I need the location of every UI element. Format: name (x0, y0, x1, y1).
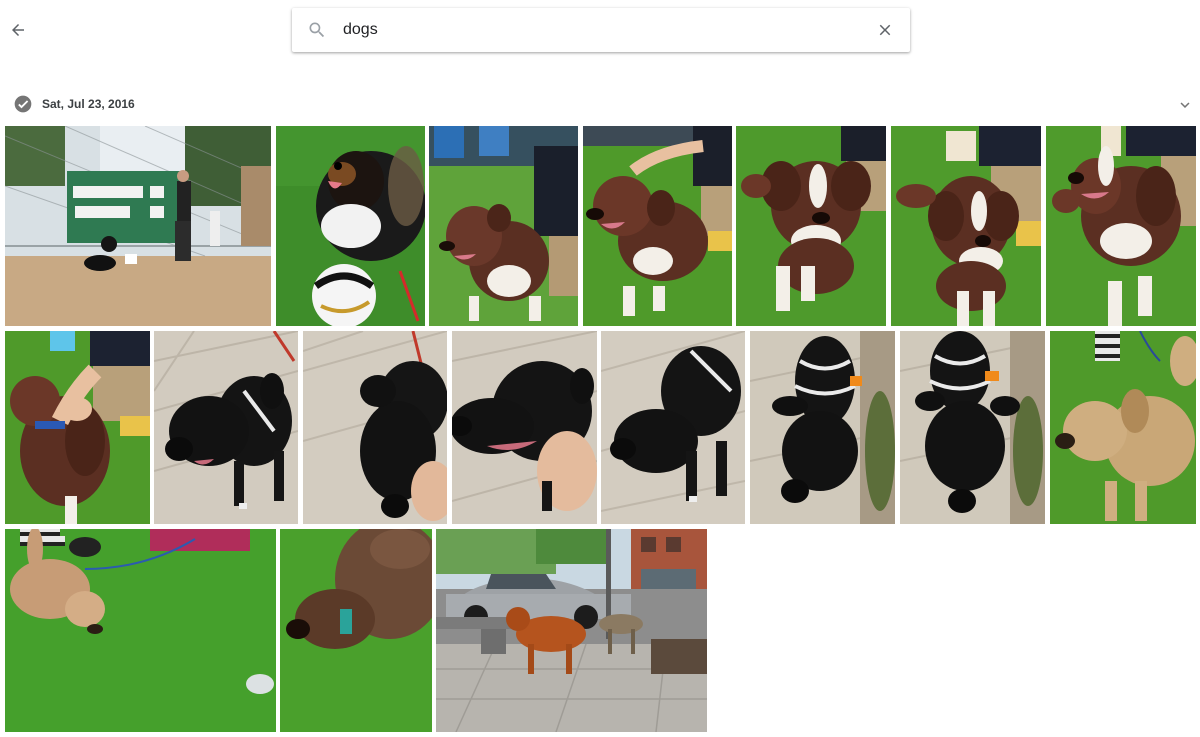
photo-thumbnail[interactable] (1050, 331, 1196, 524)
photo-tan-dog-blurry-grass (5, 529, 276, 732)
search-box (292, 8, 910, 52)
search-input[interactable] (343, 19, 843, 41)
check-circle-icon[interactable] (13, 94, 33, 114)
date-label: Sat, Jul 23, 2016 (42, 97, 135, 111)
photo-black-dog-down (303, 331, 447, 524)
photo-brown-dog-smile (1046, 126, 1196, 326)
photo-brown-dog-front (736, 126, 886, 326)
photo-thumbnail[interactable] (736, 126, 886, 326)
search-icon (309, 22, 325, 38)
photo-scoreboard-dog (5, 126, 271, 326)
photo-brown-dog-sitting (891, 126, 1041, 326)
photo-brown-dog-petted (583, 126, 732, 326)
top-bar (0, 0, 1200, 60)
back-button[interactable] (4, 12, 32, 48)
photo-thumbnail[interactable] (1046, 126, 1196, 326)
photo-thumbnail[interactable] (900, 331, 1045, 524)
photo-collie-volleyball (276, 126, 425, 326)
photo-thumbnail[interactable] (280, 529, 432, 732)
photo-street-dogs-car (436, 529, 707, 732)
photo-thumbnail[interactable] (5, 331, 150, 524)
photo-brown-dog-grass (429, 126, 578, 326)
photo-brown-dog-sniffing (280, 529, 432, 732)
photo-thumbnail[interactable] (750, 331, 895, 524)
photo-thumbnail[interactable] (436, 529, 707, 732)
photo-thumbnail[interactable] (891, 126, 1041, 326)
date-section-header: Sat, Jul 23, 2016 (0, 92, 1200, 116)
photo-thumbnail[interactable] (5, 126, 271, 326)
photo-brown-dog-head-pat (5, 331, 150, 524)
photo-black-dog-chin-scratch (452, 331, 597, 524)
photo-thumbnail[interactable] (276, 126, 425, 326)
photo-thumbnail[interactable] (583, 126, 732, 326)
photo-thumbnail[interactable] (154, 331, 298, 524)
clear-search-button[interactable] (874, 19, 896, 41)
photo-thumbnail[interactable] (601, 331, 745, 524)
photo-black-dog-harness (750, 331, 895, 524)
photo-black-dog-looking-up (900, 331, 1045, 524)
close-icon (879, 24, 891, 36)
chevron-down-icon[interactable] (1176, 96, 1194, 114)
arrow-back-icon (12, 24, 24, 36)
photo-black-dog-sidewalk (154, 331, 298, 524)
photo-tan-terrier-grass (1050, 331, 1196, 524)
photo-thumbnail[interactable] (429, 126, 578, 326)
photo-thumbnail[interactable] (303, 331, 447, 524)
photo-black-dog-standing (601, 331, 745, 524)
photo-thumbnail[interactable] (452, 331, 597, 524)
photo-thumbnail[interactable] (5, 529, 276, 732)
